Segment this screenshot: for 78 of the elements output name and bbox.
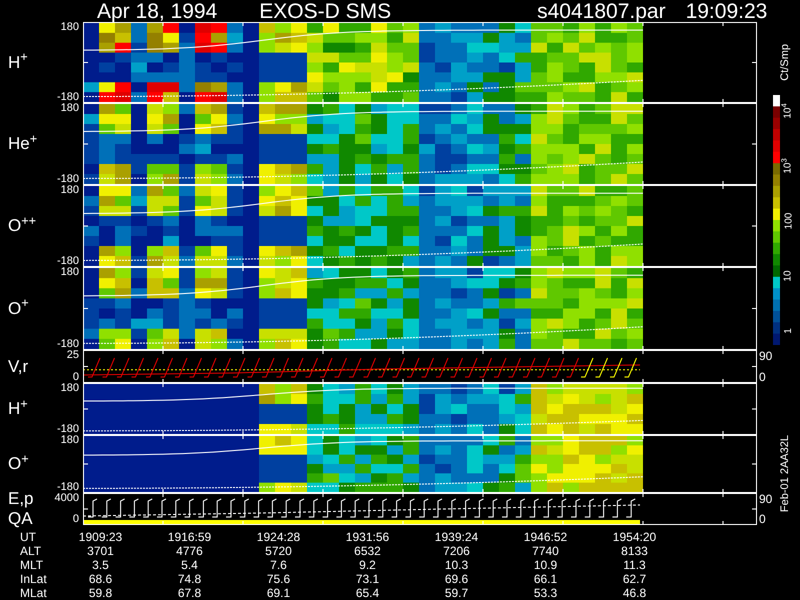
plot-time: 19:09:23 (686, 1, 768, 22)
axis-tick-label: 0 (759, 371, 767, 383)
table-cell-text: 3701 (86, 544, 115, 558)
panel-label: O$^{+}$ (8, 298, 29, 318)
table-cell-text: 1924:28 (256, 530, 302, 544)
axis-tick-label: -180 (56, 339, 79, 350)
panel-label: QA (8, 509, 34, 529)
axis-tick-label: 0 (759, 513, 767, 525)
plot-date: Apr 18, 1994 (97, 1, 218, 22)
table-cell-text: 1946:52 (522, 530, 568, 544)
table-cell-text: 65.4 (354, 586, 380, 600)
table-cell-text: 68.6 (88, 572, 114, 586)
axis-tick-label: -180 (56, 482, 79, 493)
axis-tick-label: 180 (60, 185, 79, 196)
scale-unit-label: Ct/Smp (779, 44, 791, 81)
panel-label: H$^{+}$ (8, 399, 28, 419)
file-name: s4041807.par (537, 1, 666, 22)
axis-tick-label: 180 (60, 22, 79, 33)
axis-tick-label: 0 (72, 514, 79, 525)
scale-tick-label: 10 (782, 270, 795, 282)
table-cell-text: 6532 (353, 544, 382, 558)
row-header: ALT (19, 544, 42, 558)
axis-tick-label: 180 (60, 435, 79, 446)
plot-instrument: EXOS-D SMS (259, 1, 392, 22)
table-cell-text: 7.6 (269, 558, 288, 572)
table-cell-text: 11.3 (622, 558, 647, 572)
axis-tick-label: -180 (56, 256, 79, 267)
table-cell-text: 1931:56 (344, 530, 390, 544)
table-cell-text: 3.5 (91, 558, 110, 572)
table-cell-text: 9.2 (358, 558, 377, 572)
row-header: MLat (19, 586, 48, 600)
axis-tick-label: 90 (759, 350, 773, 362)
table-cell-text: 67.8 (176, 586, 202, 600)
axis-tick-label: 25 (66, 350, 79, 361)
panel-label: E,p (8, 489, 34, 509)
axis-tick-label: -180 (56, 424, 79, 435)
axis-tick-label: 0 (72, 372, 79, 383)
table-cell-text: 5.4 (180, 558, 199, 572)
table-cell-text: 7206 (442, 544, 471, 558)
axis-tick-label: 180 (60, 383, 79, 394)
panel-label: H$^{+}$ (8, 52, 28, 72)
table-cell-text: 8133 (620, 544, 649, 558)
table-cell-text: 59.8 (88, 586, 114, 600)
table-cell-text: 10.9 (532, 558, 558, 572)
table-cell-text: 59.7 (444, 586, 470, 600)
table-cell-text: 1916:59 (166, 530, 212, 544)
panel-label: O$^{+}$ (8, 454, 29, 474)
row-header: InLat (19, 572, 48, 586)
panel-label: O$^{++}$ (8, 216, 36, 236)
scale-tick-label: 1 (782, 328, 795, 334)
axis-tick-label: 90 (759, 493, 773, 505)
scale-tick-label: 100 (782, 212, 795, 230)
table-cell-text: 69.1 (266, 586, 292, 600)
table-cell-text: 53.3 (532, 586, 558, 600)
panel-label: He$^{+}$ (8, 134, 38, 154)
table-cell-text: 69.6 (444, 572, 470, 586)
panel-label: V,r (8, 356, 28, 376)
table-cell-text: 62.7 (622, 572, 648, 586)
table-cell-text: 66.1 (532, 572, 558, 586)
axis-tick-label: -180 (56, 92, 79, 103)
table-cell-text: 75.6 (266, 572, 292, 586)
table-cell-text: 46.8 (622, 586, 648, 600)
axis-tick-label: 180 (60, 267, 79, 278)
table-cell-text: 73.1 (354, 572, 380, 586)
table-cell-text: 4776 (175, 544, 204, 558)
row-header: MLT (19, 558, 44, 572)
row-header: UT (19, 530, 37, 544)
axis-tick-label: 180 (60, 103, 79, 114)
table-cell-text: 1909:23 (78, 530, 124, 544)
table-cell-text: 10.3 (444, 558, 470, 572)
table-cell-text: 5720 (264, 544, 293, 558)
table-cell-text: 74.8 (176, 572, 202, 586)
table-cell-text: 7740 (531, 544, 560, 558)
footer-code: Feb-01 2AA32L (779, 434, 791, 512)
table-cell-text: 1954:20 (612, 530, 658, 544)
table-cell-text: 1939:24 (434, 530, 480, 544)
axis-tick-label: 4000 (54, 493, 79, 504)
axis-tick-label: -180 (56, 174, 79, 185)
